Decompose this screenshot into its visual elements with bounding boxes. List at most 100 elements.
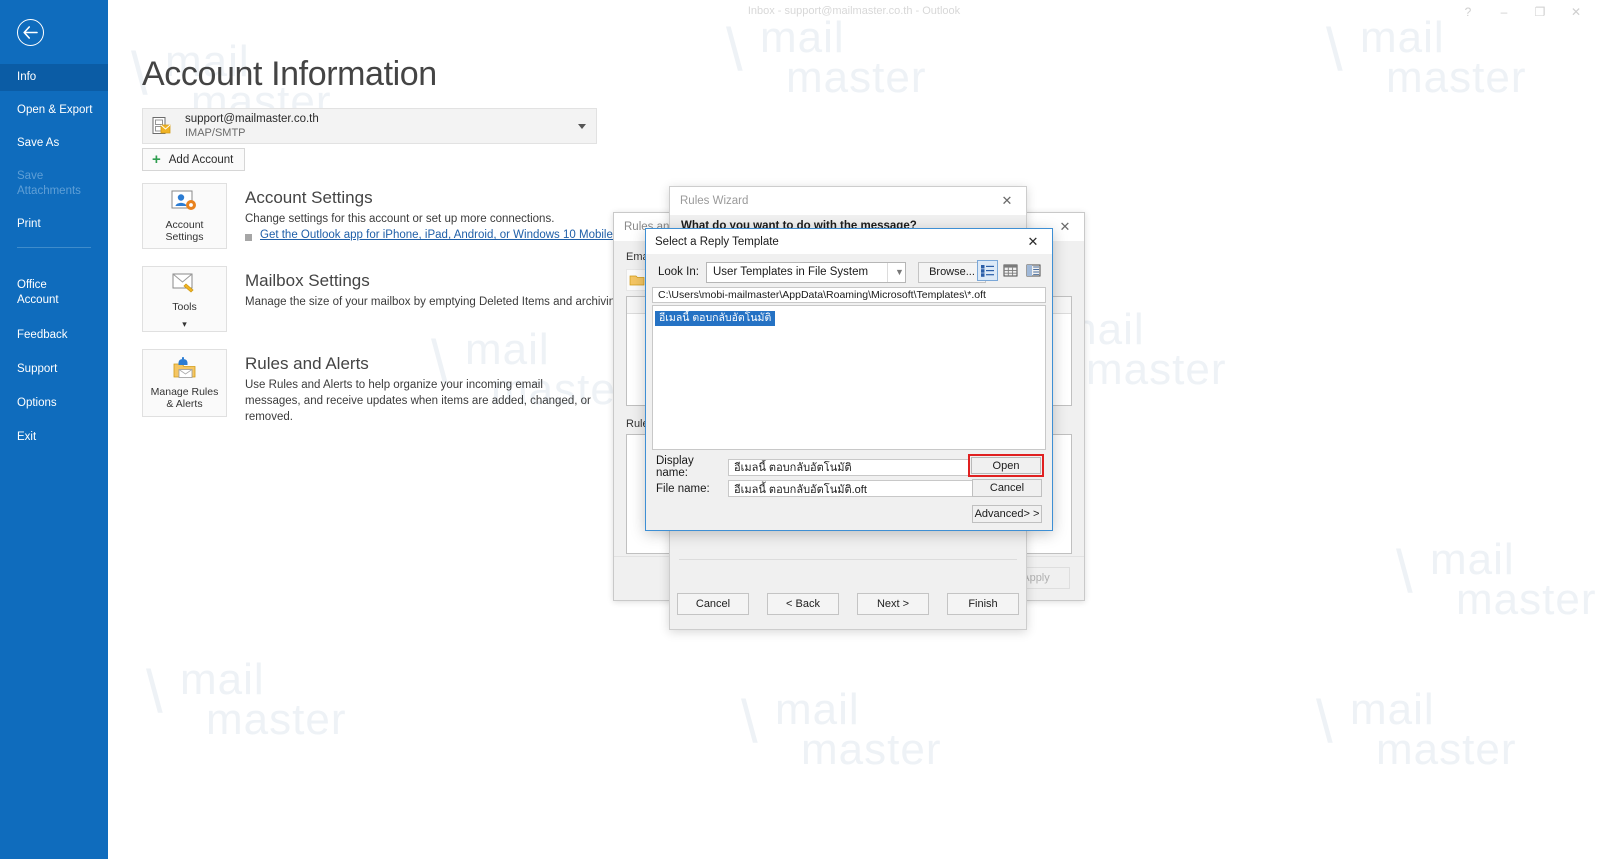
- section-description: Manage the size of your mailbox by empty…: [245, 296, 625, 308]
- sidebar-item-support[interactable]: Support: [0, 356, 108, 383]
- tools-button[interactable]: Tools ▾: [142, 266, 227, 332]
- section-mailbox-settings: Tools ▾ Mailbox Settings Manage the size…: [142, 266, 625, 332]
- template-path-display: C:\Users\mobi-mailmaster\AppData\Roaming…: [652, 287, 1046, 303]
- account-type: IMAP/SMTP: [185, 127, 246, 139]
- bullet-icon: [245, 234, 252, 241]
- account-settings-icon: [170, 189, 200, 216]
- cancel-button[interactable]: Cancel: [677, 593, 749, 615]
- display-name-label: Display name:: [656, 455, 694, 479]
- close-icon[interactable]: ✕: [988, 187, 1026, 215]
- cancel-button[interactable]: Cancel: [972, 479, 1042, 497]
- sidebar-item-office-account[interactable]: Office Account: [0, 257, 108, 314]
- chevron-down-icon[interactable]: ▾: [182, 319, 187, 328]
- sidebar-item-label: Support: [17, 363, 58, 375]
- manage-rules-alerts-button[interactable]: Manage Rules & Alerts: [142, 349, 227, 417]
- sidebar-item-options[interactable]: Options: [0, 390, 108, 417]
- rules-wizard-divider: [679, 559, 1017, 560]
- file-name-input[interactable]: อีเมลนี้ ตอบกลับอัตโนมัติ.oft: [728, 480, 978, 497]
- account-selector[interactable]: support@mailmaster.co.th IMAP/SMTP: [142, 108, 597, 144]
- backstage-nav-list: Info Open & Export Save As Save Attachme…: [0, 64, 108, 451]
- reply-template-title: Select a Reply Template: [655, 235, 779, 248]
- account-settings-button-label: Account Settings: [165, 219, 204, 243]
- look-in-value: User Templates in File System: [713, 266, 869, 278]
- open-button[interactable]: Open: [971, 457, 1041, 474]
- file-name-label: File name:: [656, 482, 710, 495]
- look-in-label: Look In:: [658, 266, 699, 278]
- file-name-row: File name: อีเมลนี้ ตอบกลับอัตโนมัติ.oft: [656, 480, 978, 497]
- rules-alerts-icon: [170, 356, 200, 383]
- display-name-input[interactable]: อีเมลนี้ ตอบกลับอัตโนมัติ: [728, 458, 978, 476]
- sidebar-divider: [17, 247, 91, 248]
- outlook-app-link-row: Get the Outlook app for iPhone, iPad, An…: [245, 229, 616, 241]
- reply-template-titlebar: Select a Reply Template ✕: [646, 229, 1052, 254]
- section-heading: Mailbox Settings: [245, 271, 370, 290]
- list-view-icon[interactable]: [977, 260, 998, 281]
- sidebar-item-info[interactable]: Info: [0, 64, 108, 91]
- rules-wizard-buttons: Cancel < Back Next > Finish: [670, 593, 1026, 615]
- view-mode-buttons: [977, 260, 1044, 281]
- page-title: Account Information: [142, 55, 437, 93]
- section-rules-alerts: Manage Rules & Alerts Rules and Alerts U…: [142, 349, 600, 425]
- sidebar-item-label: Office Account: [17, 279, 59, 306]
- add-account-label: Add Account: [168, 153, 234, 166]
- back-button[interactable]: < Back: [767, 593, 839, 615]
- close-icon[interactable]: ✕: [1558, 2, 1594, 22]
- back-arrow-icon[interactable]: [17, 19, 44, 46]
- sidebar-item-label: Open & Export: [17, 104, 93, 116]
- list-item[interactable]: อีเมลนี้ ตอบกลับอัตโนมัติ: [655, 311, 776, 326]
- details-view-icon[interactable]: [1000, 260, 1021, 281]
- sidebar-item-label: Print: [17, 218, 41, 230]
- section-description: Change settings for this account or set …: [245, 213, 555, 225]
- app-root: \ mail master \ mail master \ mail master \ mai…: [0, 0, 1600, 859]
- browse-button[interactable]: Browse...: [918, 261, 986, 283]
- close-icon[interactable]: ✕: [1014, 229, 1052, 254]
- account-settings-button[interactable]: Account Settings: [142, 183, 227, 249]
- sidebar-item-open-export[interactable]: Open & Export: [0, 97, 108, 124]
- sidebar-item-label: Save As: [17, 137, 60, 149]
- plus-icon: +: [152, 150, 161, 168]
- section-heading: Account Settings: [245, 188, 373, 207]
- section-account-settings: Account Settings Account Settings Change…: [142, 183, 616, 249]
- window-title: Inbox - support@mailmaster.co.th - Outlo…: [747, 5, 961, 17]
- mail-account-icon: [151, 115, 173, 137]
- manage-rules-button-label: Manage Rules & Alerts: [150, 386, 219, 410]
- chevron-down-icon[interactable]: [578, 124, 586, 129]
- account-settings-text: Account Settings Change settings for thi…: [245, 183, 616, 249]
- account-text: support@mailmaster.co.th IMAP/SMTP: [185, 112, 319, 140]
- sidebar-item-label: Info: [17, 71, 37, 83]
- sidebar-item-label: Feedback: [17, 329, 68, 341]
- next-button[interactable]: Next >: [857, 593, 929, 615]
- help-icon[interactable]: ?: [1450, 2, 1486, 22]
- sidebar-item-print[interactable]: Print: [0, 211, 108, 238]
- mailbox-tools-icon: [170, 271, 200, 298]
- restore-icon[interactable]: ❐: [1522, 2, 1558, 22]
- finish-button[interactable]: Finish: [947, 593, 1019, 615]
- sidebar-item-exit[interactable]: Exit: [0, 424, 108, 451]
- account-email: support@mailmaster.co.th: [185, 113, 319, 125]
- open-button-highlight: Open: [968, 454, 1044, 477]
- section-heading: Rules and Alerts: [245, 354, 369, 373]
- sidebar-item-feedback[interactable]: Feedback: [0, 322, 108, 349]
- minimize-icon[interactable]: –: [1486, 2, 1522, 22]
- window-titlebar: Inbox - support@mailmaster.co.th - Outlo…: [108, 0, 1600, 24]
- add-account-button[interactable]: + Add Account: [142, 148, 246, 171]
- advanced-button[interactable]: Advanced> >: [972, 505, 1042, 523]
- backstage-sidebar: Info Open & Export Save As Save Attachme…: [0, 0, 108, 859]
- sidebar-item-label: Exit: [17, 431, 37, 443]
- sidebar-item-label: Options: [17, 397, 57, 409]
- sidebar-item-save-as[interactable]: Save As: [0, 130, 108, 157]
- window-controls: ? – ❐ ✕: [1450, 2, 1594, 22]
- rules-alerts-text: Rules and Alerts Use Rules and Alerts to…: [245, 349, 600, 425]
- rules-wizard-titlebar: Rules Wizard ✕: [670, 187, 1026, 215]
- rules-wizard-title: Rules Wizard: [680, 195, 749, 207]
- look-in-dropdown[interactable]: User Templates in File System ▼: [706, 261, 906, 283]
- outlook-app-link[interactable]: Get the Outlook app for iPhone, iPad, An…: [260, 229, 616, 241]
- sidebar-item-label: Save Attachments: [17, 170, 81, 197]
- chevron-down-icon[interactable]: ▼: [887, 262, 905, 282]
- sidebar-item-save-attachments: Save Attachments: [0, 163, 108, 205]
- tools-button-label: Tools: [172, 300, 197, 313]
- display-name-row: Display name: อีเมลนี้ ตอบกลับอัตโนมัติ: [656, 455, 978, 479]
- template-file-list[interactable]: อีเมลนี้ ตอบกลับอัตโนมัติ: [652, 305, 1046, 450]
- select-reply-template-dialog: Select a Reply Template ✕ Look In: User …: [645, 228, 1053, 531]
- preview-view-icon[interactable]: [1023, 260, 1044, 281]
